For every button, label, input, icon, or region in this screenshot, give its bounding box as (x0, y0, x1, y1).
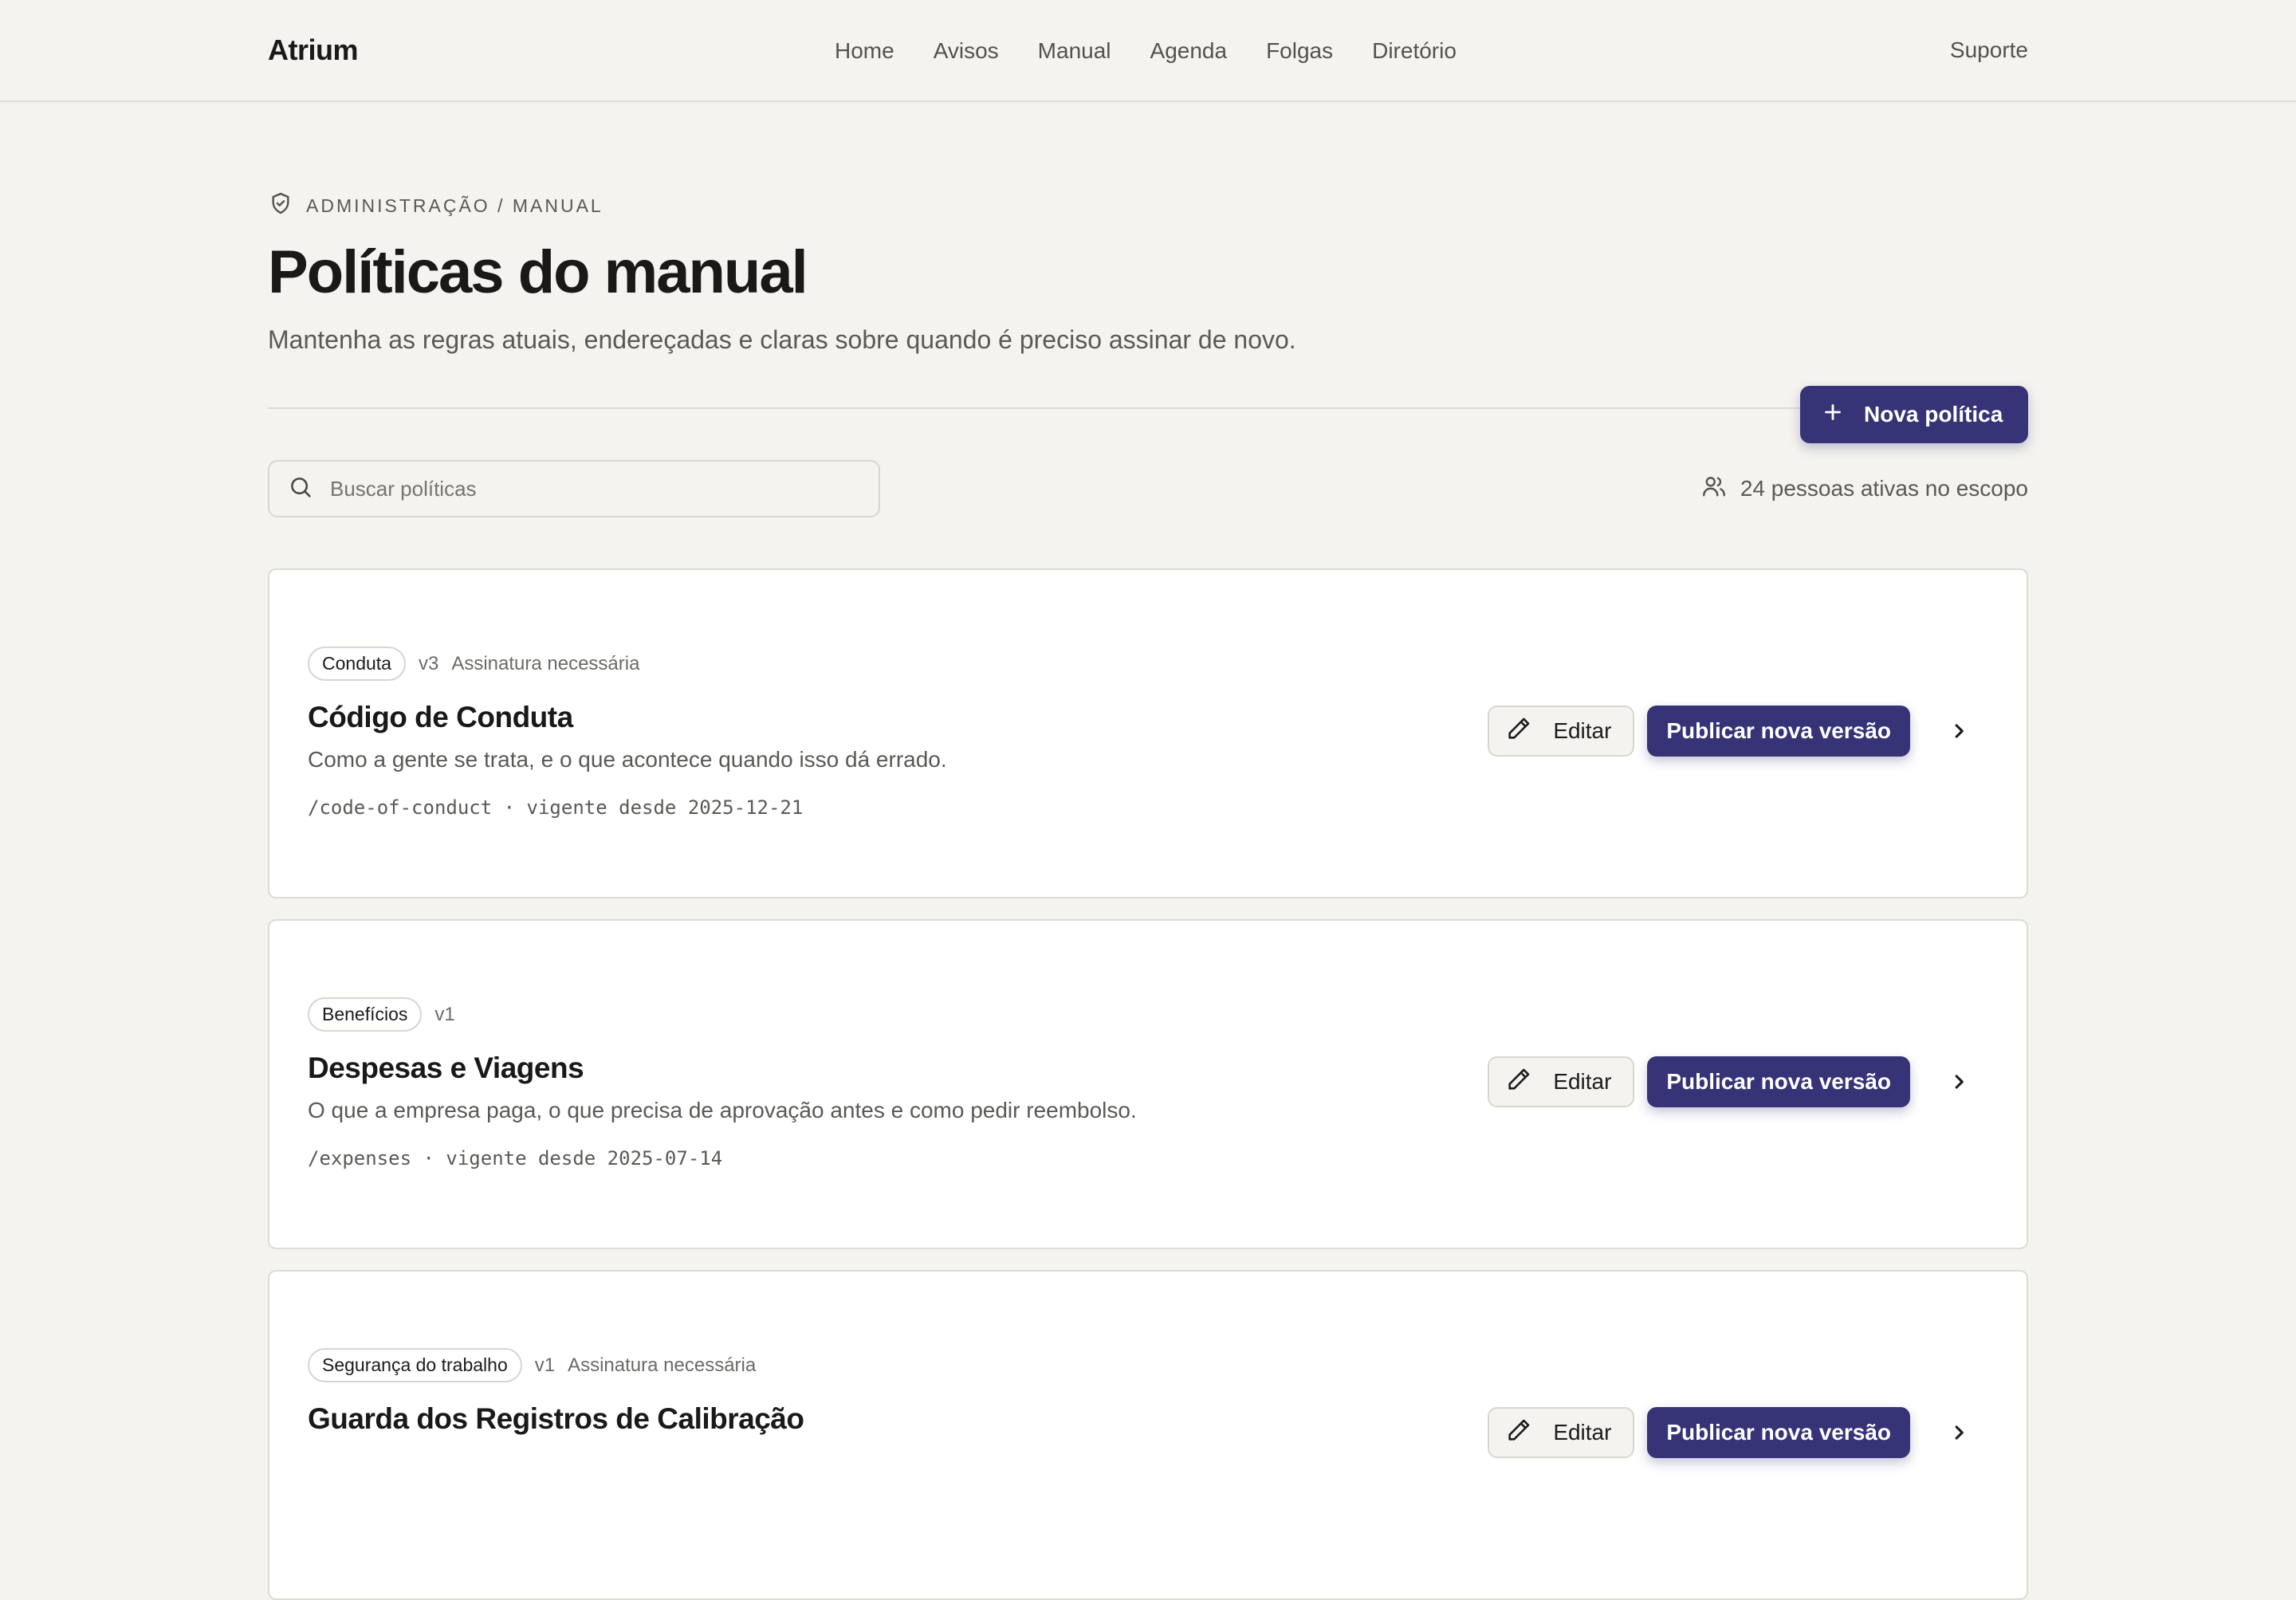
policy-actions: Editar Publicar nova versão (1488, 706, 1972, 757)
policy-title[interactable]: Despesas e Viagens (308, 1052, 584, 1085)
new-policy-button[interactable]: Nova política (1800, 386, 2028, 443)
list-toolbar: 24 pessoas ativas no escopo (268, 460, 2028, 517)
search-input[interactable] (328, 475, 850, 502)
publish-new-version-button[interactable]: Publicar nova versão (1647, 706, 1910, 757)
category-tag: Conduta (308, 647, 406, 681)
edit-button[interactable]: Editar (1488, 1056, 1635, 1107)
chevron-right-icon[interactable] (1945, 717, 1972, 745)
publish-new-version-button[interactable]: Publicar nova versão (1647, 1056, 1910, 1107)
policy-meta: Segurança do trabalho v1 Assinatura nece… (308, 1348, 756, 1382)
category-tag: Segurança do trabalho (308, 1348, 522, 1382)
page-subtitle: Mantenha as regras atuais, endereçadas e… (268, 325, 1296, 354)
search-icon (287, 474, 314, 505)
page-title: Políticas do manual (268, 238, 808, 306)
shield-check-icon (268, 191, 293, 221)
edit-label: Editar (1553, 1420, 1612, 1445)
policy-description: Como a gente se trata, e o que acontece … (308, 747, 947, 772)
header-divider (268, 407, 2028, 409)
category-tag: Benefícios (308, 997, 423, 1032)
nav-item-manual[interactable]: Manual (1038, 38, 1111, 64)
nav-item-home[interactable]: Home (835, 38, 894, 64)
nav-item-diretorio[interactable]: Diretório (1372, 38, 1457, 64)
plus-icon (1819, 399, 1846, 431)
policy-title[interactable]: Guarda dos Registros de Calibração (308, 1402, 804, 1436)
policy-card[interactable]: Benefícios v1 Despesas e Viagens O que a… (268, 919, 2028, 1249)
policy-actions: Editar Publicar nova versão (1488, 1407, 1972, 1458)
edit-button[interactable]: Editar (1488, 706, 1635, 757)
signature-required-label: Assinatura necessária (451, 652, 640, 674)
pencil-icon (1505, 1417, 1532, 1449)
policy-description: O que a empresa paga, o que precisa de a… (308, 1098, 1137, 1122)
policy-card[interactable]: Segurança do trabalho v1 Assinatura nece… (268, 1270, 2028, 1600)
policy-actions: Editar Publicar nova versão (1488, 1056, 1972, 1107)
pencil-icon (1505, 715, 1532, 748)
policy-card[interactable]: Conduta v3 Assinatura necessária Código … (268, 568, 2028, 898)
breadcrumb: ADMINISTRAÇÃO / MANUAL (268, 191, 2028, 220)
nav-item-avisos[interactable]: Avisos (934, 38, 999, 64)
policy-list: Conduta v3 Assinatura necessária Código … (268, 568, 2028, 1600)
breadcrumb-text: ADMINISTRAÇÃO / MANUAL (306, 195, 603, 216)
brand-logo[interactable]: Atrium (268, 33, 359, 67)
edit-label: Editar (1553, 1069, 1612, 1094)
policy-meta: Conduta v3 Assinatura necessária (308, 647, 639, 681)
version-label: v3 (418, 652, 439, 674)
publish-new-version-button[interactable]: Publicar nova versão (1647, 1407, 1910, 1458)
scope-label: 24 pessoas ativas no escopo (1740, 476, 2028, 501)
search-box[interactable] (268, 460, 880, 517)
scope-count: 24 pessoas ativas no escopo (1700, 473, 2028, 505)
chevron-right-icon[interactable] (1945, 1419, 1972, 1446)
nav-item-agenda[interactable]: Agenda (1150, 38, 1228, 64)
policy-meta: Benefícios v1 (308, 997, 455, 1032)
new-policy-label: Nova política (1864, 402, 2003, 427)
version-label: v1 (434, 1003, 455, 1025)
page-header: ADMINISTRAÇÃO / MANUAL Políticas do manu… (268, 191, 2028, 443)
chevron-right-icon[interactable] (1945, 1068, 1972, 1095)
main-content: ADMINISTRAÇÃO / MANUAL Políticas do manu… (0, 191, 2296, 1600)
policy-path: /code-of-conduct · vigente desde 2025-12… (308, 796, 804, 819)
users-icon (1700, 473, 1728, 505)
signature-required-label: Assinatura necessária (568, 1354, 757, 1376)
version-label: v1 (534, 1354, 556, 1376)
edit-button[interactable]: Editar (1488, 1407, 1635, 1458)
top-navigation-bar: Atrium Home Avisos Manual Agenda Folgas … (0, 0, 2296, 102)
edit-label: Editar (1553, 718, 1612, 743)
support-link[interactable]: Suporte (1950, 37, 2028, 63)
policy-title[interactable]: Código de Conduta (308, 701, 573, 734)
pencil-icon (1505, 1066, 1532, 1099)
main-nav: Home Avisos Manual Agenda Folgas Diretór… (835, 0, 1457, 102)
nav-item-folgas[interactable]: Folgas (1266, 38, 1333, 64)
policy-path: /expenses · vigente desde 2025-07-14 (308, 1147, 723, 1170)
